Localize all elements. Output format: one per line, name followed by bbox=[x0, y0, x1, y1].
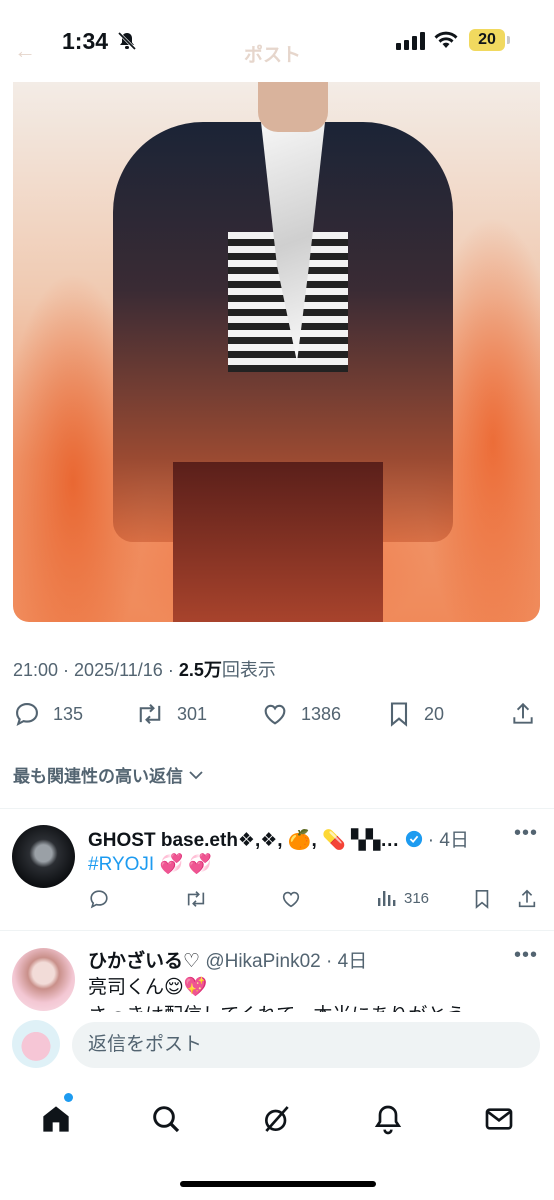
home-icon bbox=[43, 1106, 69, 1132]
reply-item[interactable]: ひかざいる♡ @HikaPink02 · 4日 ••• 亮司くん😌💖 さっきは配… bbox=[0, 930, 554, 1012]
bell-slash-icon bbox=[117, 31, 137, 51]
heart-icon bbox=[264, 704, 286, 725]
status-bar: ← ポスト 1:34 20 bbox=[0, 0, 554, 82]
post-time: 21:00 bbox=[13, 660, 59, 680]
post-meta: 21:00 · 2025/11/16 · 2.5万回表示 bbox=[13, 660, 276, 680]
tab-grok[interactable] bbox=[260, 1102, 294, 1136]
avatar[interactable] bbox=[12, 825, 75, 888]
replies-sort-label: 最も関連性の高い返信 bbox=[13, 767, 183, 786]
bookmark-button[interactable]: 20 bbox=[386, 700, 444, 728]
views-count: 2.5万 bbox=[178, 660, 222, 680]
repost-count: 301 bbox=[177, 703, 208, 724]
avatar[interactable] bbox=[12, 948, 75, 1011]
bookmark-icon bbox=[390, 702, 408, 727]
pixel-glyph-icon: ▚▚… bbox=[345, 830, 405, 851]
reply-time: 4日 bbox=[439, 830, 469, 851]
post-date: 2025/11/16 bbox=[74, 660, 163, 680]
reply-icon bbox=[16, 703, 38, 726]
reply-text-line-2: さっきは配信してくれて、本当にありがとう bbox=[88, 1000, 465, 1012]
reply-button[interactable]: 135 bbox=[13, 700, 83, 728]
heart-icon bbox=[282, 891, 300, 908]
bell-icon bbox=[374, 1105, 402, 1135]
status-time: 1:34 bbox=[62, 28, 109, 54]
image-figure-neck bbox=[258, 82, 328, 132]
tab-home[interactable] bbox=[39, 1102, 73, 1136]
reply-input[interactable]: 返信をポスト bbox=[72, 1022, 540, 1068]
repost-button[interactable]: 301 bbox=[135, 700, 207, 728]
tab-search[interactable] bbox=[149, 1102, 183, 1136]
share-icon bbox=[518, 889, 536, 908]
envelope-icon bbox=[485, 1108, 513, 1130]
reply-author-name: GHOST base.eth❖,❖ bbox=[88, 830, 278, 851]
tab-notifications[interactable] bbox=[371, 1102, 405, 1136]
more-options-icon[interactable]: ••• bbox=[514, 944, 538, 967]
bookmark-count: 20 bbox=[424, 703, 445, 724]
reply-author[interactable]: GHOST base.eth❖,❖, 🍊, 💊 ▚▚… · 4日 bbox=[88, 825, 469, 852]
orange-emoji-icon: 🍊 bbox=[287, 830, 312, 851]
views-label: 回表示 bbox=[221, 660, 276, 680]
reply-share-button[interactable] bbox=[516, 888, 538, 910]
pill-emoji-icon: 💊 bbox=[322, 830, 346, 851]
repost-icon bbox=[187, 891, 205, 907]
reply-actions: 316 bbox=[88, 888, 540, 914]
reply-handle: @HikaPink02 bbox=[205, 951, 321, 972]
tab-messages[interactable] bbox=[482, 1102, 516, 1136]
verified-badge-icon bbox=[405, 830, 422, 848]
like-button[interactable]: 1386 bbox=[261, 700, 341, 728]
repost-icon bbox=[139, 704, 161, 724]
reply-count: 135 bbox=[53, 703, 84, 724]
reply-author[interactable]: ひかざいる♡ @HikaPink02 · 4日 bbox=[88, 946, 367, 973]
home-indicator bbox=[180, 1181, 376, 1187]
avatar[interactable] bbox=[12, 1020, 60, 1068]
share-button[interactable] bbox=[510, 700, 536, 728]
home-notification-dot bbox=[64, 1093, 73, 1102]
share-icon bbox=[513, 702, 533, 724]
wifi-icon bbox=[434, 31, 458, 48]
reply-views-button[interactable]: 316 bbox=[376, 888, 429, 908]
reply-views-count: 316 bbox=[404, 889, 430, 907]
reply-author-name: ひかざいる♡ bbox=[88, 951, 201, 972]
reply-repost-button[interactable] bbox=[184, 888, 208, 910]
reply-author-name-tail: , bbox=[277, 830, 288, 851]
reply-text: 亮司くん😌💖 bbox=[88, 977, 208, 998]
reply-reply-button[interactable] bbox=[88, 888, 110, 910]
like-count: 1386 bbox=[301, 703, 342, 724]
post-actions: 135 301 1386 20 bbox=[0, 700, 554, 734]
chevron-down-icon bbox=[189, 770, 203, 779]
image-figure-legs bbox=[173, 462, 383, 622]
battery-indicator: 20 bbox=[469, 29, 505, 51]
page-title: ポスト bbox=[244, 45, 302, 66]
reply-time: 4日 bbox=[337, 951, 368, 972]
post-image[interactable] bbox=[13, 82, 540, 622]
reply-text[interactable]: #RYOJI 💞 💞 bbox=[88, 852, 212, 876]
cellular-signal-icon bbox=[396, 32, 425, 50]
compose-bar: 返信をポスト bbox=[0, 1012, 554, 1082]
more-options-icon[interactable]: ••• bbox=[514, 822, 538, 845]
reply-icon bbox=[90, 890, 108, 909]
reply-bookmark-button[interactable] bbox=[472, 888, 492, 910]
analytics-icon bbox=[378, 891, 396, 906]
battery-nub bbox=[507, 36, 510, 44]
back-arrow-icon[interactable]: ← bbox=[14, 38, 36, 64]
reply-like-button[interactable] bbox=[280, 888, 302, 910]
replies-sort-dropdown[interactable]: 最も関連性の高い返信 bbox=[13, 762, 205, 787]
bookmark-icon bbox=[475, 890, 489, 909]
reply-item[interactable]: GHOST base.eth❖,❖, 🍊, 💊 ▚▚… · 4日 ••• #RY… bbox=[0, 808, 554, 930]
search-icon bbox=[153, 1106, 180, 1133]
grok-icon bbox=[265, 1106, 289, 1132]
